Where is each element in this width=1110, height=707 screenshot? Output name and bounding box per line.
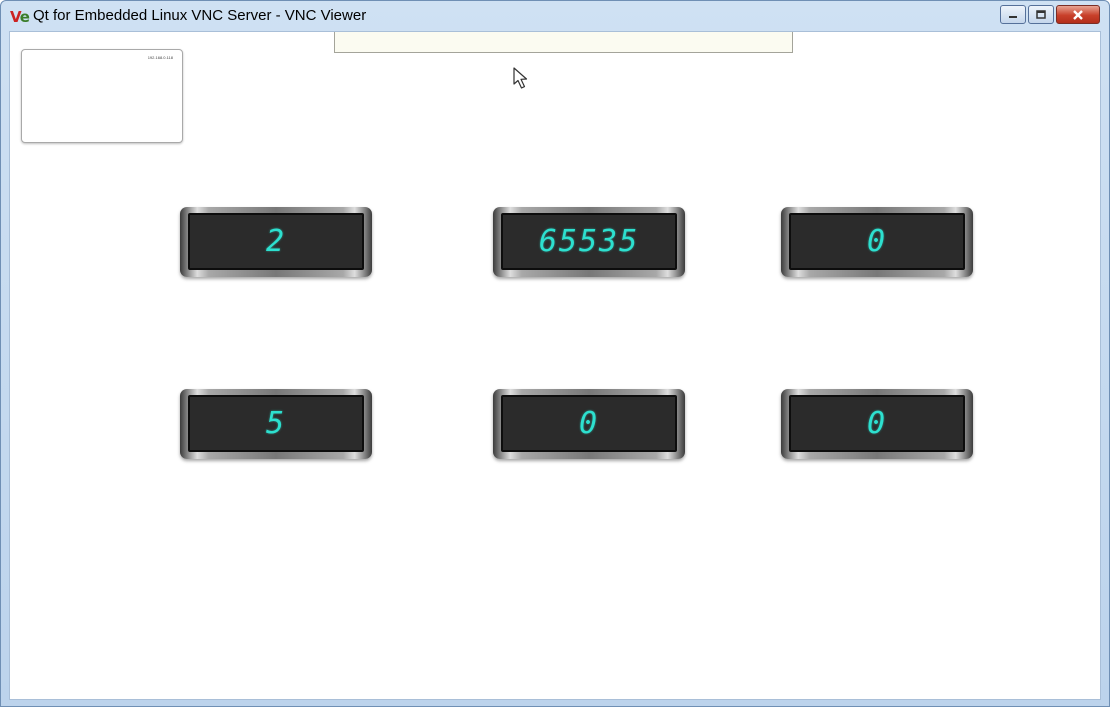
title-bar[interactable]: Ve Qt for Embedded Linux VNC Server - VN… (1, 1, 1109, 31)
lcd-value: 5 (265, 406, 287, 441)
lcd-value: 65535 (538, 224, 640, 259)
lcd-value: 0 (578, 406, 600, 441)
close-icon (1073, 9, 1083, 20)
lcd-screen: 2 (188, 213, 364, 270)
lcd-display-1: 2 (180, 207, 372, 277)
logo-letter-v: V (10, 8, 21, 26)
lcd-screen: 5 (188, 395, 364, 452)
remote-desktop-view[interactable]: 192.168.0.118 2 65535 0 5 0 0 (9, 31, 1101, 700)
vnc-viewer-logo-icon: Ve (10, 8, 30, 26)
thumbnail-ip-address: 192.168.0.118 (147, 55, 173, 60)
lcd-screen: 0 (789, 395, 965, 452)
lcd-screen: 0 (789, 213, 965, 270)
maximize-icon (1036, 9, 1046, 19)
lcd-value: 2 (265, 224, 287, 259)
lcd-display-3: 0 (781, 207, 973, 277)
lcd-value: 0 (866, 406, 888, 441)
lcd-display-2: 65535 (493, 207, 685, 277)
lcd-value: 0 (866, 224, 888, 259)
lcd-display-4: 5 (180, 389, 372, 459)
minimize-icon (1009, 15, 1017, 18)
minimize-button[interactable] (1000, 5, 1026, 24)
maximize-button[interactable] (1028, 5, 1054, 24)
vnc-toolbar-handle[interactable] (334, 32, 793, 53)
lcd-display-5: 0 (493, 389, 685, 459)
mouse-pointer-icon (513, 67, 528, 89)
window-title: Qt for Embedded Linux VNC Server - VNC V… (33, 7, 367, 24)
lcd-screen: 0 (501, 395, 677, 452)
logo-letter-e: e (19, 8, 30, 26)
caption-buttons (1000, 5, 1100, 24)
remote-thumbnail-panel[interactable]: 192.168.0.118 (21, 49, 183, 143)
lcd-display-6: 0 (781, 389, 973, 459)
close-button[interactable] (1056, 5, 1100, 24)
lcd-screen: 65535 (501, 213, 677, 270)
vnc-viewer-window: Ve Qt for Embedded Linux VNC Server - VN… (0, 0, 1110, 707)
